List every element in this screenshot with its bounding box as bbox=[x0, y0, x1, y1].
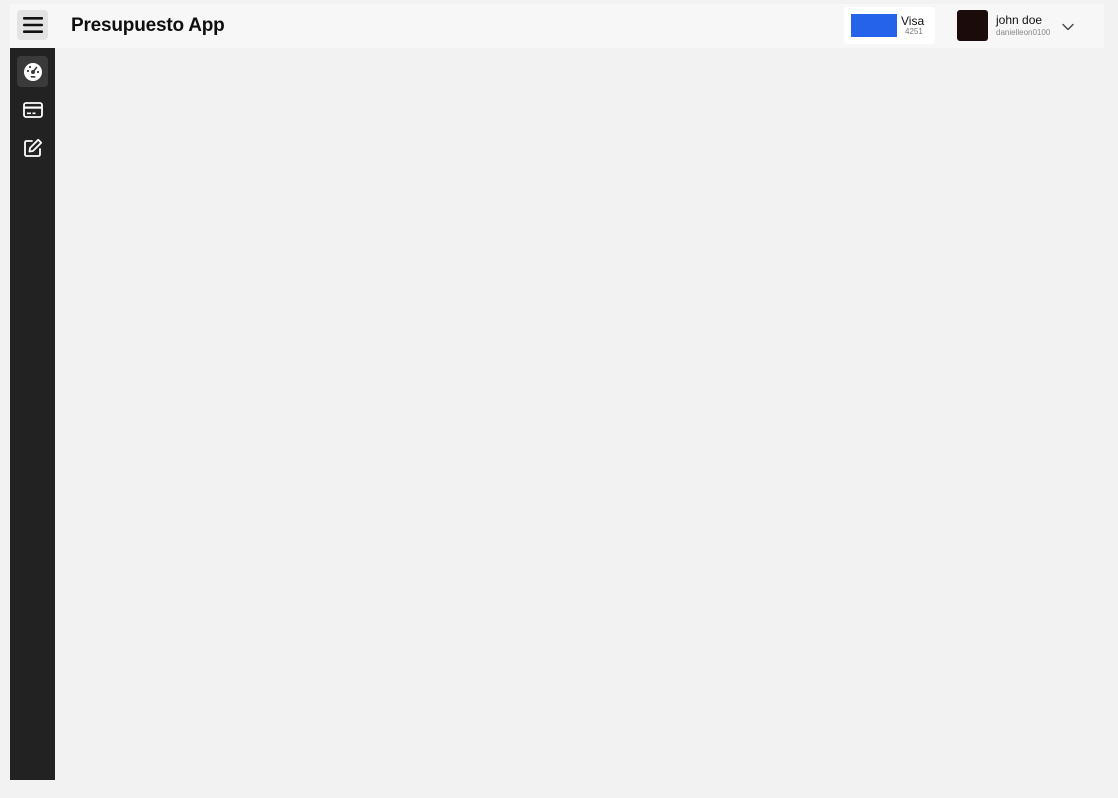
sidebar bbox=[10, 48, 55, 780]
card-brand: Visa bbox=[901, 14, 925, 28]
user-handle: danielleon0100 bbox=[996, 28, 1051, 37]
sidebar-item-edit[interactable] bbox=[17, 132, 48, 163]
sidebar-item-dashboard[interactable] bbox=[17, 56, 48, 87]
card-selector[interactable]: Visa 4251 bbox=[844, 7, 935, 44]
card-last4: 4251 bbox=[905, 27, 923, 36]
menu-toggle-button[interactable] bbox=[17, 10, 48, 40]
credit-card-icon bbox=[22, 101, 43, 118]
user-name: john doe bbox=[996, 13, 1043, 27]
card-color-swatch bbox=[851, 14, 897, 37]
app-frame: Presupuesto App Visa 4251 john doe danie… bbox=[10, 4, 1104, 780]
app-title: Presupuesto App bbox=[71, 15, 225, 36]
sidebar-item-cards[interactable] bbox=[17, 94, 48, 125]
avatar bbox=[957, 10, 988, 41]
hamburger-menu-icon bbox=[22, 16, 43, 34]
user-menu[interactable]: john doe danielleon0100 bbox=[957, 10, 1082, 42]
top-bar: Presupuesto App Visa 4251 john doe danie… bbox=[10, 4, 1104, 48]
dashboard-gauge-icon bbox=[23, 62, 43, 82]
edit-note-icon bbox=[23, 138, 43, 158]
main-content bbox=[55, 48, 1104, 780]
chevron-down-icon[interactable] bbox=[1061, 20, 1075, 34]
